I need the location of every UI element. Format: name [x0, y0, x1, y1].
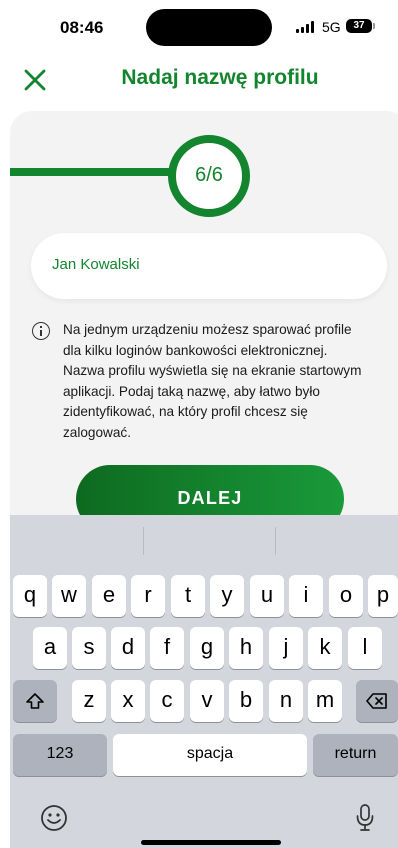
key-f[interactable]: f — [150, 627, 184, 669]
progress-step-label: 6/6 — [195, 164, 223, 186]
emoji-icon[interactable] — [40, 804, 68, 832]
key-e[interactable]: e — [92, 575, 126, 617]
key-m[interactable]: m — [308, 680, 342, 722]
close-button[interactable] — [20, 64, 50, 94]
suggestion-divider — [275, 527, 276, 555]
info-text: Na jednym urządzeniu możesz sparować pro… — [63, 322, 362, 440]
signal-icon — [296, 21, 316, 33]
status-bar: 08:46 5G 37 — [0, 0, 398, 56]
close-icon — [24, 69, 46, 91]
battery-icon: 37 — [346, 19, 372, 33]
key-y[interactable]: y — [210, 575, 244, 617]
profile-name-input[interactable]: Jan Kowalski — [31, 233, 387, 299]
shift-key[interactable] — [13, 680, 57, 722]
key-a[interactable]: a — [33, 627, 67, 669]
microphone-icon[interactable] — [355, 803, 375, 833]
space-key[interactable]: spacja — [113, 734, 307, 776]
network-type: 5G — [322, 19, 341, 35]
key-k[interactable]: k — [308, 627, 342, 669]
return-key[interactable]: return — [313, 734, 398, 776]
key-d[interactable]: d — [111, 627, 145, 669]
key-t[interactable]: t — [171, 575, 205, 617]
battery-nub — [373, 23, 375, 29]
key-c[interactable]: c — [150, 680, 184, 722]
key-g[interactable]: g — [190, 627, 224, 669]
progress-line — [10, 168, 172, 176]
page-title: Nadaj nazwę profilu — [121, 66, 319, 89]
key-j[interactable]: j — [269, 627, 303, 669]
key-q[interactable]: q — [13, 575, 47, 617]
info-icon — [32, 322, 50, 340]
key-u[interactable]: u — [250, 575, 284, 617]
dynamic-island — [146, 9, 272, 46]
key-v[interactable]: v — [190, 680, 224, 722]
key-x[interactable]: x — [111, 680, 145, 722]
suggestion-bar — [10, 515, 398, 559]
shift-icon — [26, 693, 44, 709]
status-time: 08:46 — [60, 18, 104, 37]
suggestion-divider — [143, 527, 144, 555]
backspace-key[interactable] — [356, 680, 398, 722]
key-b[interactable]: b — [229, 680, 263, 722]
key-w[interactable]: w — [52, 575, 86, 617]
home-indicator — [141, 840, 281, 845]
numbers-key[interactable]: 123 — [13, 734, 107, 776]
key-l[interactable]: l — [348, 627, 382, 669]
key-h[interactable]: h — [229, 627, 263, 669]
key-n[interactable]: n — [269, 680, 303, 722]
key-z[interactable]: z — [72, 680, 106, 722]
backspace-icon — [366, 693, 387, 709]
key-i[interactable]: i — [289, 575, 323, 617]
key-p[interactable]: p — [368, 575, 398, 617]
key-o[interactable]: o — [329, 575, 363, 617]
key-r[interactable]: r — [131, 575, 165, 617]
key-s[interactable]: s — [72, 627, 106, 669]
profile-name-value: Jan Kowalski — [52, 256, 140, 273]
